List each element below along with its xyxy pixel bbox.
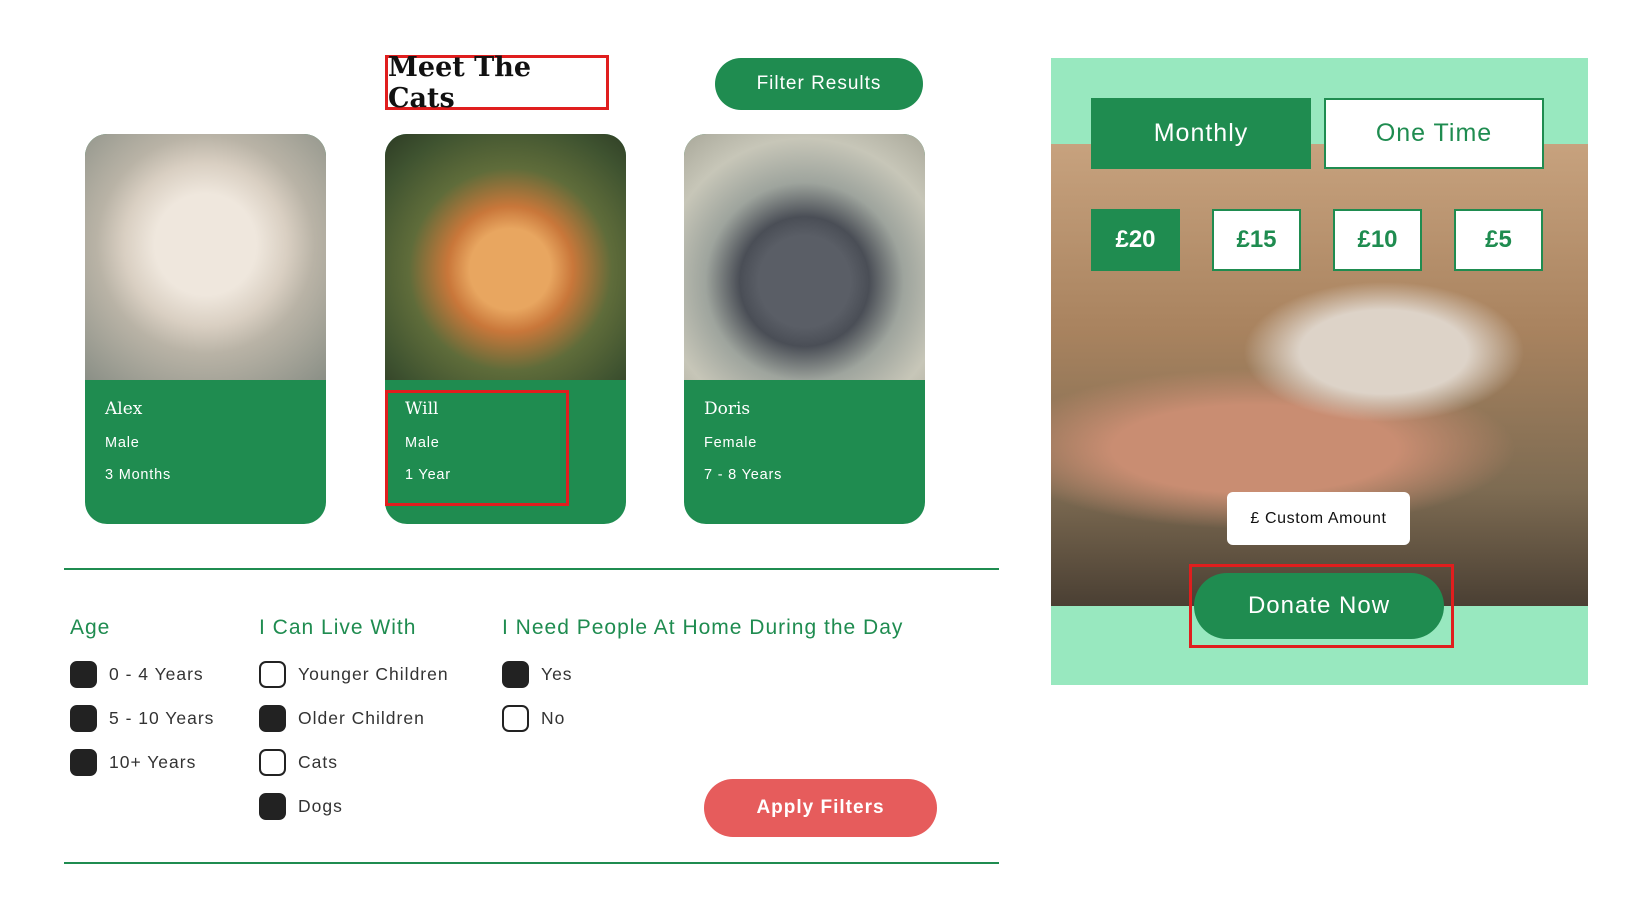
cat-gender: Male — [405, 435, 440, 451]
filter-heading-age: Age — [70, 616, 111, 639]
page-title: Meet The Cats — [385, 52, 609, 114]
filter-results-button[interactable]: Filter Results — [715, 58, 923, 110]
checkbox-checked[interactable] — [259, 705, 286, 732]
cat-age: 7 - 8 Years — [704, 467, 783, 483]
amount-option-15[interactable]: £15 — [1212, 209, 1301, 271]
cat-gender: Male — [105, 435, 140, 451]
filter-option-label: Yes — [541, 664, 573, 684]
donate-now-button[interactable]: Donate Now — [1194, 573, 1444, 639]
apply-filters-button[interactable]: Apply Filters — [704, 779, 937, 837]
cat-photo-doris — [684, 134, 925, 380]
amount-option-10[interactable]: £10 — [1333, 209, 1422, 271]
checkbox-checked[interactable] — [259, 793, 286, 820]
filter-option-label: 10+ Years — [109, 752, 197, 772]
filter-option-label: No — [541, 708, 566, 728]
cat-name: Will — [405, 399, 439, 419]
checkbox-unchecked[interactable] — [502, 705, 529, 732]
cat-card-doris[interactable]: Doris Female 7 - 8 Years — [684, 134, 925, 524]
cat-card-alex[interactable]: Alex Male 3 Months — [85, 134, 326, 524]
filter-option-label: 5 - 10 Years — [109, 708, 215, 728]
filter-heading-people-home: I Need People At Home During the Day — [502, 616, 904, 639]
filter-option-younger-children[interactable]: Younger Children — [259, 661, 449, 688]
filter-option-yes[interactable]: Yes — [502, 661, 573, 688]
checkbox-checked[interactable] — [70, 661, 97, 688]
amount-option-5[interactable]: £5 — [1454, 209, 1543, 271]
tab-one-time[interactable]: One Time — [1324, 98, 1544, 169]
checkbox-checked[interactable] — [70, 705, 97, 732]
filter-option-older-children[interactable]: Older Children — [259, 705, 425, 732]
filter-option-dogs[interactable]: Dogs — [259, 793, 343, 820]
cat-card-will[interactable]: Will Male 1 Year — [385, 134, 626, 524]
tab-monthly[interactable]: Monthly — [1091, 98, 1311, 169]
custom-amount-input[interactable] — [1227, 492, 1410, 545]
cat-name: Doris — [704, 399, 751, 419]
filter-option-age-5-10[interactable]: 5 - 10 Years — [70, 705, 214, 732]
filter-option-age-10-plus[interactable]: 10+ Years — [70, 749, 196, 776]
cat-gender: Female — [704, 435, 758, 451]
cat-name: Alex — [105, 399, 143, 419]
filter-option-no[interactable]: No — [502, 705, 565, 732]
filter-option-cats[interactable]: Cats — [259, 749, 338, 776]
filter-option-label: Dogs — [298, 796, 343, 816]
amount-option-20[interactable]: £20 — [1091, 209, 1180, 271]
filter-option-age-0-4[interactable]: 0 - 4 Years — [70, 661, 204, 688]
cat-age: 1 Year — [405, 467, 451, 483]
checkbox-unchecked[interactable] — [259, 661, 286, 688]
filter-option-label: Younger Children — [298, 664, 449, 684]
divider — [64, 862, 999, 864]
checkbox-unchecked[interactable] — [259, 749, 286, 776]
cat-photo-alex — [85, 134, 326, 380]
checkbox-checked[interactable] — [70, 749, 97, 776]
filter-option-label: 0 - 4 Years — [109, 664, 204, 684]
cat-age: 3 Months — [105, 467, 172, 483]
filter-heading-live-with: I Can Live With — [259, 616, 417, 639]
cat-photo-will — [385, 134, 626, 380]
filter-option-label: Cats — [298, 752, 338, 772]
checkbox-checked[interactable] — [502, 661, 529, 688]
divider — [64, 568, 999, 570]
filter-option-label: Older Children — [298, 708, 425, 728]
